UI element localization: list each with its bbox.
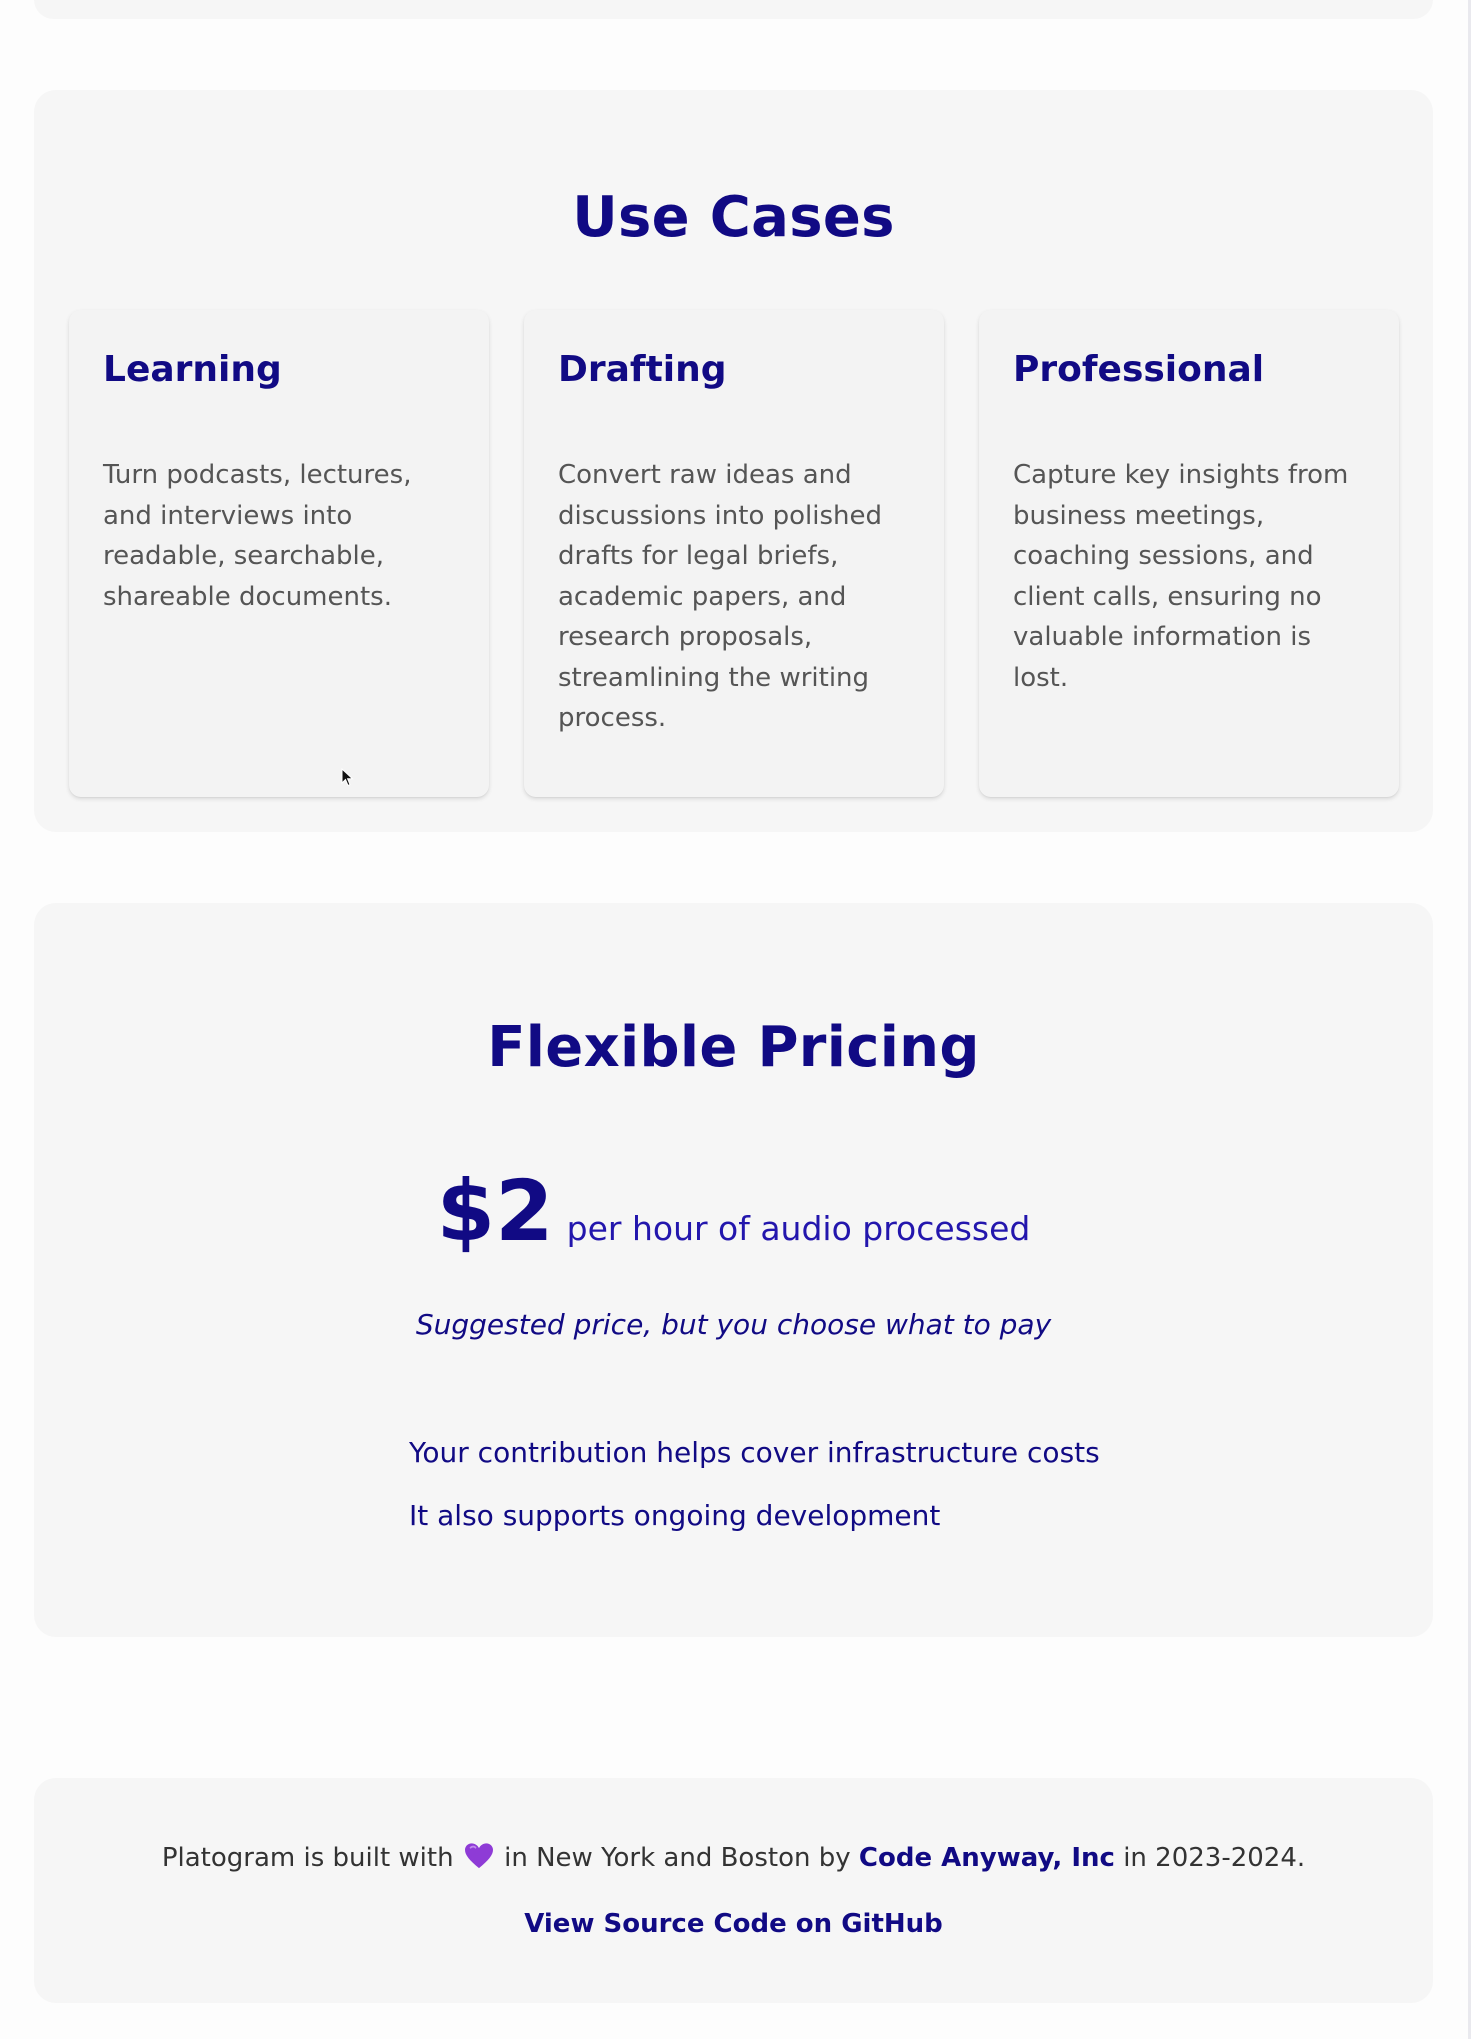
card-title: Drafting xyxy=(558,349,727,390)
purple-heart-icon xyxy=(464,1843,493,1869)
footer: Platogram is built with in New York and … xyxy=(34,1778,1433,2003)
use-case-card-professional: Professional Capture key insights from b… xyxy=(979,310,1399,797)
footer-middle: in New York and Boston by xyxy=(504,1843,851,1873)
github-source-link[interactable]: View Source Code on GitHub xyxy=(524,1909,943,1939)
previous-section-panel xyxy=(34,0,1433,19)
footer-credit: Platogram is built with in New York and … xyxy=(34,1839,1433,1877)
use-case-card-learning: Learning Turn podcasts, lectures, and in… xyxy=(69,310,489,797)
card-title: Learning xyxy=(103,349,282,390)
use-cases-section: Use Cases Learning Turn podcasts, lectur… xyxy=(34,90,1433,832)
price-note: Suggested price, but you choose what to … xyxy=(415,1308,1052,1341)
pricing-title: Flexible Pricing xyxy=(487,1015,980,1080)
benefit-item: It also supports ongoing development xyxy=(409,1499,941,1532)
price-amount: $2 xyxy=(436,1162,554,1260)
card-description: Turn podcasts, lectures, and interviews … xyxy=(103,460,412,612)
use-case-cards: Learning Turn podcasts, lectures, and in… xyxy=(69,310,1399,797)
card-description: Convert raw ideas and discussions into p… xyxy=(558,460,883,733)
page: Use Cases Learning Turn podcasts, lectur… xyxy=(0,0,1471,2039)
use-case-card-drafting: Drafting Convert raw ideas and discussio… xyxy=(524,310,944,797)
footer-suffix: in 2023-2024. xyxy=(1123,1843,1306,1873)
company-link[interactable]: Code Anyway, Inc xyxy=(859,1843,1115,1873)
price-line: $2 per hour of audio processed xyxy=(34,1161,1433,1261)
use-cases-title: Use Cases xyxy=(572,185,895,250)
benefit-item: Your contribution helps cover infrastruc… xyxy=(409,1436,1100,1469)
footer-prefix: Platogram is built with xyxy=(161,1843,454,1873)
github-link-row: View Source Code on GitHub xyxy=(34,1905,1433,1943)
mouse-cursor-icon xyxy=(341,768,354,787)
pricing-section: Flexible Pricing $2 per hour of audio pr… xyxy=(34,903,1433,1637)
benefit-list: Your contribution helps cover infrastruc… xyxy=(409,1433,1100,1559)
card-description: Capture key insights from business meeti… xyxy=(1013,460,1349,693)
card-title: Professional xyxy=(1013,349,1265,390)
price-unit: per hour of audio processed xyxy=(566,1209,1031,1248)
